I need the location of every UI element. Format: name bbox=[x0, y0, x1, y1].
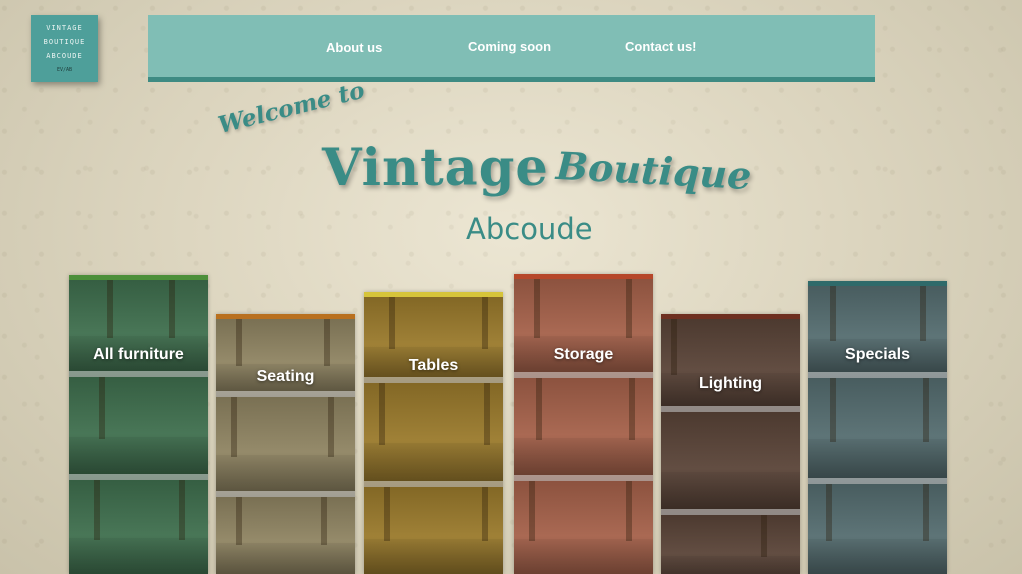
bar-cart-image bbox=[808, 484, 947, 574]
category-all-furniture[interactable]: All furniture bbox=[69, 275, 208, 574]
spot-lamp-image bbox=[661, 515, 800, 574]
top-nav: About us Coming soon Contact us! bbox=[148, 15, 875, 82]
logo[interactable]: VINTAGE BOUTIQUE ABCOUDE EV/AB bbox=[31, 15, 98, 82]
logo-line-4: EV/AB bbox=[56, 66, 73, 73]
nav-coming-soon[interactable]: Coming soon bbox=[468, 39, 551, 54]
shelving-unit-image bbox=[514, 378, 653, 481]
category-label: Tables bbox=[408, 357, 459, 374]
page-subtitle: Abcoude bbox=[466, 212, 593, 246]
egg-chair-image bbox=[216, 397, 355, 497]
category-label: Storage bbox=[553, 346, 614, 363]
category-label: Lighting bbox=[698, 375, 763, 392]
cabinet-image bbox=[808, 378, 947, 484]
sideboard-image bbox=[514, 481, 653, 574]
page-title-script: Boutique bbox=[554, 142, 753, 199]
wall-lamps-image bbox=[661, 412, 800, 515]
writing-desk-image bbox=[364, 487, 503, 574]
egg-chair-image bbox=[69, 377, 208, 480]
category-label: Specials bbox=[845, 346, 910, 363]
category-seating[interactable]: Seating bbox=[216, 314, 355, 574]
welcome-text: Welcome to bbox=[215, 76, 368, 139]
nav-about-us[interactable]: About us bbox=[326, 40, 382, 55]
category-tables[interactable]: Tables bbox=[364, 292, 503, 574]
oval-table-image bbox=[364, 383, 503, 487]
logo-line-3: ABCOUDE bbox=[46, 51, 83, 60]
page-title: Vintage bbox=[322, 138, 549, 198]
modular-sofa-image bbox=[216, 497, 355, 574]
logo-line-1: VINTAGE bbox=[46, 23, 83, 32]
logo-line-2: BOUTIQUE bbox=[43, 37, 86, 46]
category-lighting[interactable]: Lighting bbox=[661, 314, 800, 574]
category-storage[interactable]: Storage bbox=[514, 274, 653, 574]
cabinet-image bbox=[69, 480, 208, 574]
nav-contact-us[interactable]: Contact us! bbox=[625, 39, 697, 54]
category-label: Seating bbox=[256, 368, 315, 385]
shelf-cabinet-image bbox=[808, 286, 947, 378]
category-label: All furniture bbox=[93, 346, 184, 363]
category-specials[interactable]: Specials bbox=[808, 281, 947, 574]
floor-lamp-image bbox=[661, 319, 800, 412]
